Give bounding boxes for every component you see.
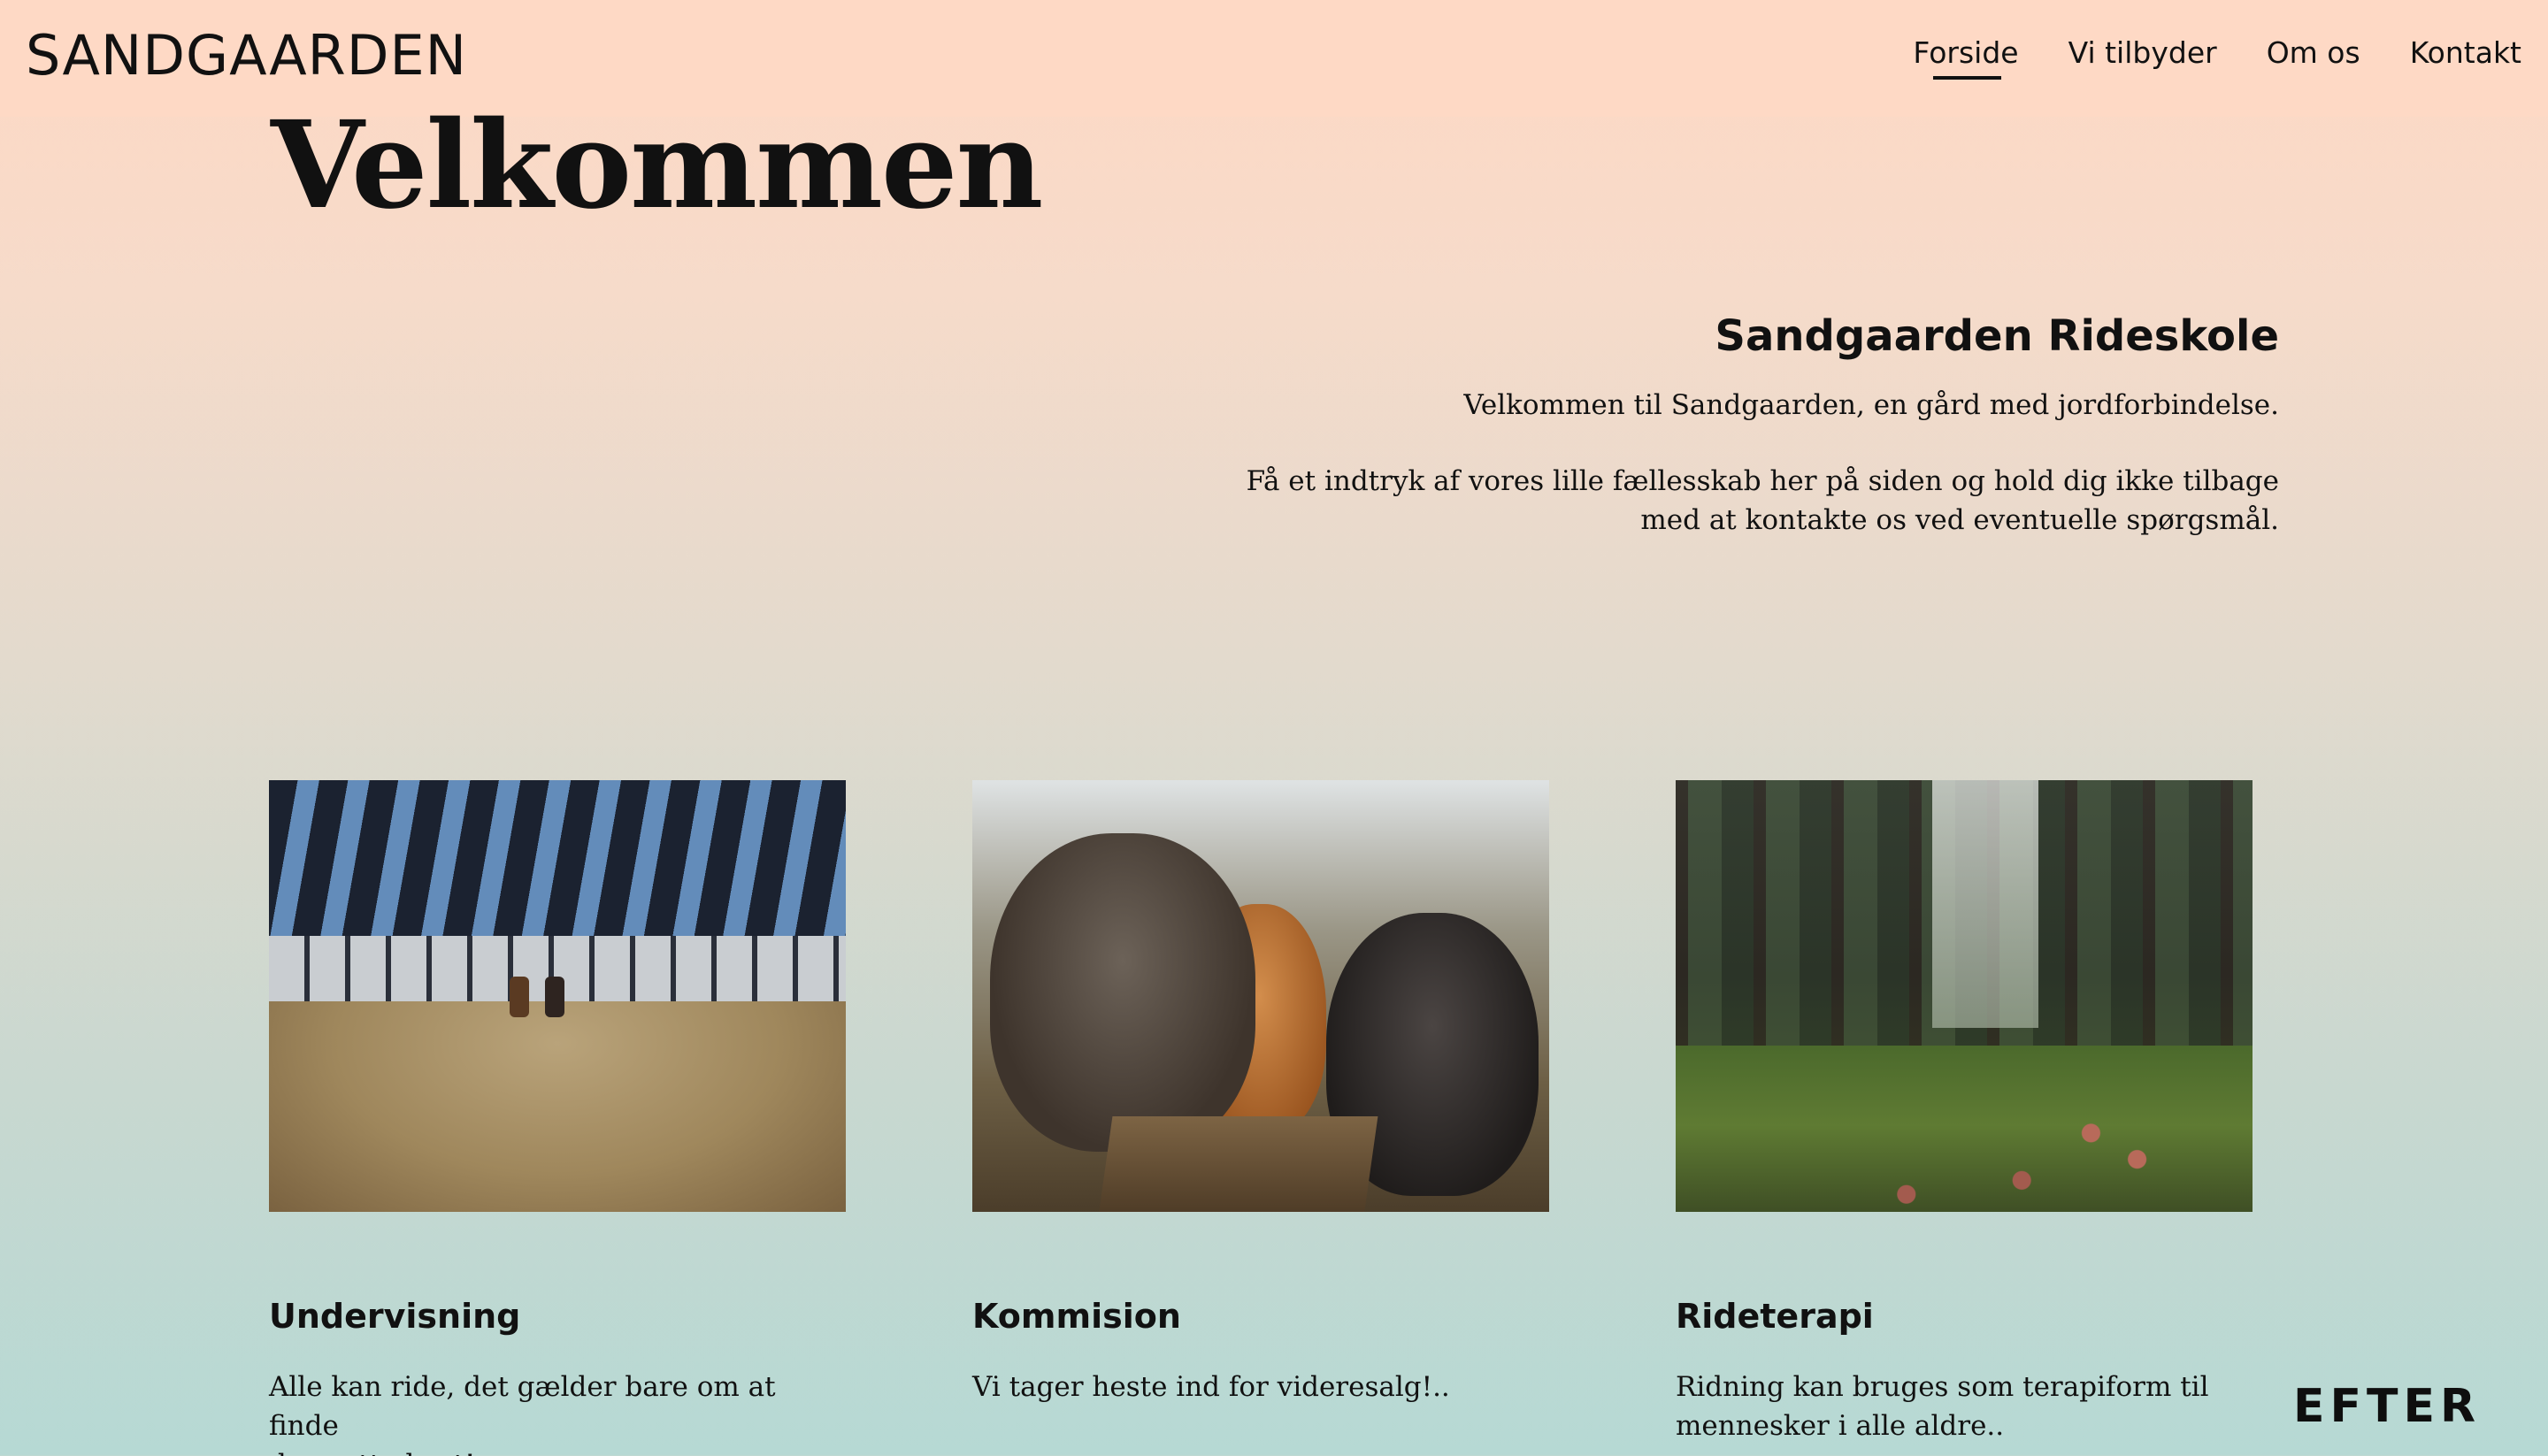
card-rideterapi[interactable]: Rideterapi Ridning kan bruges som terapi…: [1676, 780, 2253, 1445]
nav-item-kontakt[interactable]: Kontakt: [2410, 32, 2521, 74]
efter-badge[interactable]: EFTER: [2293, 1382, 2481, 1431]
pine-cones: [1676, 1037, 2253, 1212]
hall-floor: [269, 1001, 846, 1212]
nav-item-vi-tilbyder[interactable]: Vi tilbyder: [2068, 32, 2217, 74]
card-text-line-1: Alle kan ride, det gælder bare om at fin…: [269, 1371, 776, 1442]
rider: [510, 977, 529, 1017]
intro-paragraph-1: Velkommen til Sandgaarden, en gård med j…: [1463, 389, 2279, 421]
site-logo[interactable]: SANDGAARDEN: [26, 25, 467, 87]
intro-section: Sandgaarden Rideskole Velkommen til Sand…: [1217, 308, 2279, 540]
card-text-line-2: mennesker i alle aldre..: [1676, 1410, 2005, 1442]
card-title[interactable]: Rideterapi: [1676, 1295, 2253, 1337]
card-text: Ridning kan bruges som terapiform til me…: [1676, 1368, 2242, 1445]
forest-photo[interactable]: [1676, 780, 2253, 1212]
grey-horse: [990, 833, 1255, 1152]
card-text-line-1: Ridning kan bruges som terapiform til: [1676, 1371, 2209, 1403]
card-title[interactable]: Undervisning: [269, 1295, 846, 1337]
card-title[interactable]: Kommision: [972, 1295, 1549, 1337]
card-text: Alle kan ride, det gælder bare om at fin…: [269, 1368, 835, 1456]
horses-photo[interactable]: [972, 780, 1549, 1212]
forest-light: [1932, 780, 2038, 1028]
intro-paragraph-2-line-1: Få et indtryk af vores lille fællesskab …: [1246, 465, 2279, 497]
intro-paragraph-2-line-2: med at kontakte os ved eventuelle spørgs…: [1640, 504, 2279, 536]
riding-hall-photo[interactable]: [269, 780, 846, 1212]
card-kommision[interactable]: Kommision Vi tager heste ind for videres…: [972, 780, 1549, 1406]
intro-paragraph-2: Få et indtryk af vores lille fællesskab …: [1217, 462, 2279, 540]
nav-item-om-os[interactable]: Om os: [2267, 32, 2360, 74]
main-nav: Forside Vi tilbyder Om os Kontakt: [1913, 32, 2521, 80]
card-text-line-1: Vi tager heste ind for videresalg!..: [972, 1371, 1450, 1403]
feed-trough: [1097, 1116, 1378, 1212]
intro-heading: Sandgaarden Rideskole: [1715, 311, 2279, 361]
nav-item-forside[interactable]: Forside: [1913, 32, 2019, 80]
card-text: Vi tager heste ind for videresalg!..: [972, 1368, 1539, 1406]
hall-roof: [269, 780, 846, 948]
rider: [545, 977, 564, 1017]
card-text-line-2: den rette hest!..: [269, 1449, 493, 1456]
card-undervisning[interactable]: Undervisning Alle kan ride, det gælder b…: [269, 780, 846, 1456]
page-title: Velkommen: [271, 95, 1043, 236]
